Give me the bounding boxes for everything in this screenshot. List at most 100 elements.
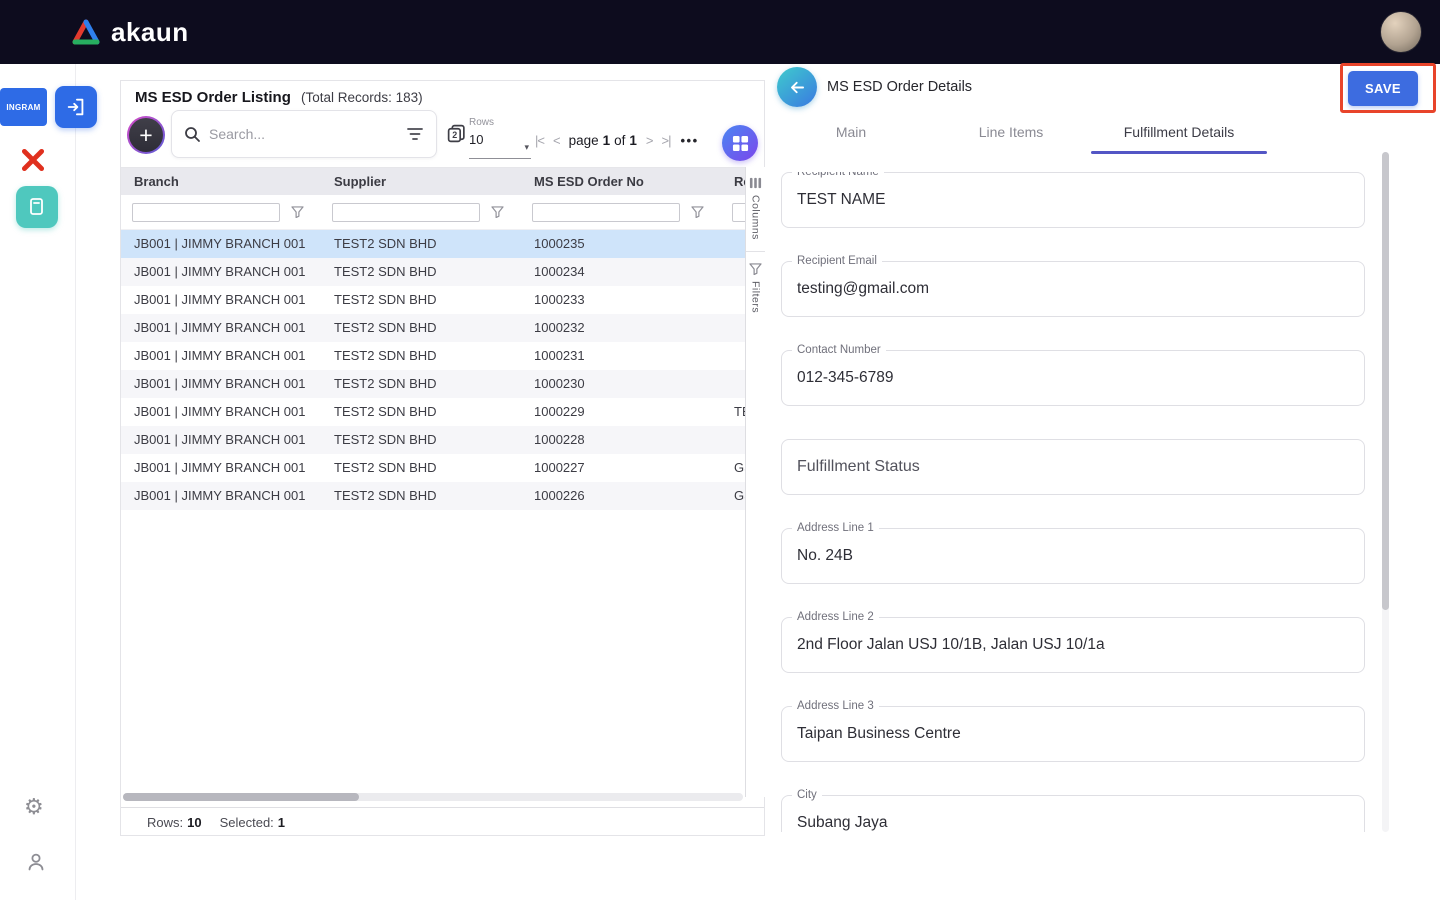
- order-row[interactable]: JB001 | JIMMY BRANCH 001TEST2 SDN BHD100…: [121, 286, 745, 314]
- tab-fulfillment-details[interactable]: Fulfillment Details: [1091, 110, 1267, 154]
- cell-order-no: 1000229: [521, 398, 721, 426]
- cell-order-no: 1000233: [521, 286, 721, 314]
- filter-cell-branch: [121, 195, 321, 229]
- cell-supplier: TEST2 SDN BHD: [321, 454, 521, 482]
- field-label: Address Line 3: [792, 700, 879, 713]
- order-row[interactable]: JB001 | JIMMY BRANCH 001TEST2 SDN BHD100…: [121, 482, 745, 510]
- funnel-icon: [291, 206, 304, 218]
- cell-supplier: TEST2 SDN BHD: [321, 426, 521, 454]
- listing-toolbar: + 2 Rows 10 ▾ |< < page: [121, 109, 764, 167]
- cell-supplier: TEST2 SDN BHD: [321, 286, 521, 314]
- rows-per-page-select[interactable]: Rows 10 ▾: [469, 117, 531, 159]
- cell-supplier: TEST2 SDN BHD: [321, 398, 521, 426]
- cell-order-no: 1000231: [521, 342, 721, 370]
- filter-input-branch[interactable]: [132, 203, 280, 222]
- next-page-button[interactable]: >: [646, 133, 653, 148]
- filter-funnel-icon[interactable]: [691, 206, 704, 218]
- search-box[interactable]: [171, 110, 437, 158]
- field-value: Fulfillment Status: [782, 440, 1364, 494]
- column-header-re[interactable]: Re: [721, 168, 745, 195]
- page-word: page: [569, 133, 599, 148]
- filter-funnel-icon[interactable]: [491, 206, 504, 218]
- field-fulfillment-status[interactable]: Fulfillment Status: [781, 439, 1365, 495]
- filter-funnel-icon[interactable]: [291, 206, 304, 218]
- first-page-button[interactable]: |<: [535, 133, 544, 148]
- pdf-app-icon[interactable]: [19, 146, 47, 174]
- order-row[interactable]: JB001 | JIMMY BRANCH 001TEST2 SDN BHD100…: [121, 314, 745, 342]
- field-address-line-3[interactable]: Address Line 3Taipan Business Centre: [781, 706, 1365, 762]
- filter-lines-icon[interactable]: [406, 126, 424, 142]
- cell-extra: [721, 258, 745, 286]
- prev-page-button[interactable]: <: [553, 133, 560, 148]
- pages-icon[interactable]: 2: [446, 123, 467, 144]
- scrollbar-thumb[interactable]: [1382, 152, 1389, 610]
- order-row[interactable]: JB001 | JIMMY BRANCH 001TEST2 SDN BHD100…: [121, 426, 745, 454]
- filter-input-re[interactable]: [732, 203, 745, 222]
- app-logo[interactable]: akaun: [70, 17, 189, 48]
- cell-branch: JB001 | JIMMY BRANCH 001: [121, 426, 321, 454]
- tab-main[interactable]: Main: [771, 110, 931, 154]
- more-options-button[interactable]: •••: [680, 133, 698, 148]
- filters-toggle[interactable]: Filters: [749, 263, 762, 313]
- page-number: 1: [603, 133, 611, 148]
- rows-count-value: 10: [187, 815, 201, 830]
- column-header-ms-esd-order-no[interactable]: MS ESD Order No: [521, 168, 721, 195]
- cell-supplier: TEST2 SDN BHD: [321, 258, 521, 286]
- cell-order-no: 1000228: [521, 426, 721, 454]
- avatar[interactable]: [1380, 11, 1422, 53]
- vertical-scrollbar[interactable]: [1382, 152, 1389, 832]
- save-button[interactable]: SAVE: [1348, 71, 1418, 106]
- scrollbar-thumb[interactable]: [123, 793, 359, 801]
- grid-view-button[interactable]: [722, 125, 758, 161]
- settings-gear-icon[interactable]: ⚙: [24, 796, 44, 818]
- order-row[interactable]: JB001 | JIMMY BRANCH 001TEST2 SDN BHD100…: [121, 370, 745, 398]
- cell-order-no: 1000226: [521, 482, 721, 510]
- column-header-branch[interactable]: Branch: [121, 168, 321, 195]
- field-value: 2nd Floor Jalan USJ 10/1B, Jalan USJ 10/…: [782, 618, 1364, 672]
- column-header-supplier[interactable]: Supplier: [321, 168, 521, 195]
- order-table-body: JB001 | JIMMY BRANCH 001TEST2 SDN BHD100…: [121, 230, 745, 510]
- table-side-strip: Columns Filters: [745, 167, 765, 797]
- order-row[interactable]: JB001 | JIMMY BRANCH 001TEST2 SDN BHD100…: [121, 342, 745, 370]
- red-x-icon: [19, 146, 47, 174]
- order-listing-panel: MS ESD Order Listing (Total Records: 183…: [120, 80, 765, 836]
- filters-label: Filters: [750, 281, 762, 313]
- field-value: TEST NAME: [782, 173, 1364, 227]
- tab-line-items[interactable]: Line Items: [931, 110, 1091, 154]
- rows-per-page-value: 10: [469, 132, 483, 147]
- ingram-label: INGRAM: [6, 103, 40, 112]
- filter-input-ms-esd-order-no[interactable]: [532, 203, 680, 222]
- login-button[interactable]: [55, 86, 97, 128]
- order-row[interactable]: JB001 | JIMMY BRANCH 001TEST2 SDN BHD100…: [121, 230, 745, 258]
- login-icon: [65, 96, 87, 118]
- notebook-app-icon[interactable]: [16, 186, 58, 228]
- page-total: 1: [629, 133, 637, 148]
- cell-branch: JB001 | JIMMY BRANCH 001: [121, 370, 321, 398]
- back-button[interactable]: [777, 67, 817, 107]
- add-button[interactable]: +: [127, 116, 165, 154]
- order-row[interactable]: JB001 | JIMMY BRANCH 001TEST2 SDN BHD100…: [121, 454, 745, 482]
- profile-icon[interactable]: [26, 852, 46, 872]
- field-city[interactable]: CitySubang Jaya: [781, 795, 1365, 832]
- field-contact-number[interactable]: Contact Number012-345-6789: [781, 350, 1365, 406]
- columns-icon: [749, 177, 762, 189]
- ingram-badge[interactable]: INGRAM: [0, 88, 47, 126]
- of-word: of: [614, 133, 625, 148]
- field-recipient-email[interactable]: Recipient Emailtesting@gmail.com: [781, 261, 1365, 317]
- filter-input-supplier[interactable]: [332, 203, 480, 222]
- cell-extra: [721, 230, 745, 258]
- search-input[interactable]: [209, 126, 398, 142]
- field-address-line-2[interactable]: Address Line 22nd Floor Jalan USJ 10/1B,…: [781, 617, 1365, 673]
- columns-toggle[interactable]: Columns: [749, 177, 762, 240]
- cell-supplier: TEST2 SDN BHD: [321, 314, 521, 342]
- cell-branch: JB001 | JIMMY BRANCH 001: [121, 286, 321, 314]
- order-row[interactable]: JB001 | JIMMY BRANCH 001TEST2 SDN BHD100…: [121, 398, 745, 426]
- rows-count-label: Rows:: [147, 815, 183, 830]
- field-address-line-1[interactable]: Address Line 1No. 24B: [781, 528, 1365, 584]
- last-page-button[interactable]: >|: [662, 133, 671, 148]
- filter-cell-ms-esd-order-no: [521, 195, 721, 229]
- selected-count-value: 1: [278, 815, 285, 830]
- field-recipient-name[interactable]: Recipient NameTEST NAME: [781, 172, 1365, 228]
- horizontal-scrollbar[interactable]: [123, 793, 743, 801]
- order-row[interactable]: JB001 | JIMMY BRANCH 001TEST2 SDN BHD100…: [121, 258, 745, 286]
